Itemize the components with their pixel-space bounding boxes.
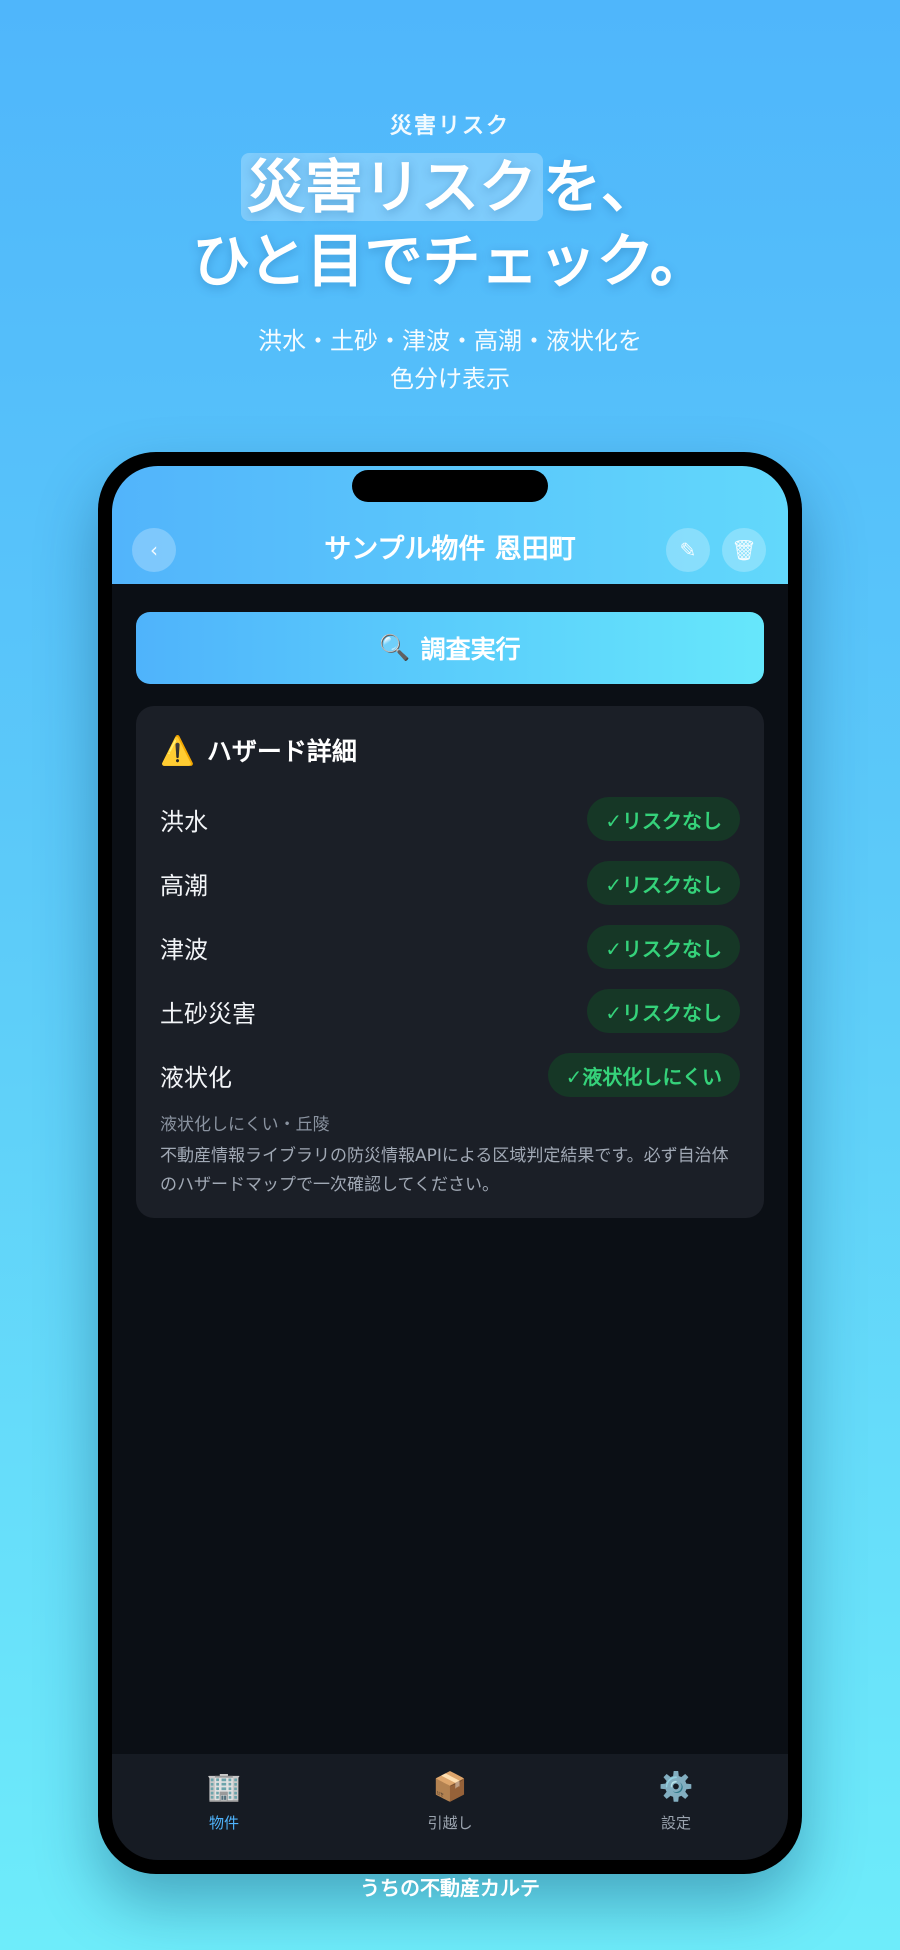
hazard-row-storm-surge: 高潮 ✓リスクなし (160, 860, 740, 906)
subtitle-line1: 洪水・土砂・津波・高潮・液状化を (258, 327, 642, 355)
warning-icon: ⚠️ (160, 733, 195, 767)
subtitle-line2: 色分け表示 (390, 365, 510, 393)
package-icon: 📦 (432, 1770, 468, 1803)
card-title-text: ハザード詳細 (206, 737, 357, 766)
terrain-note: 液状化しにくい・丘陵 (160, 1115, 330, 1135)
trash-icon: 🗑 (731, 538, 757, 562)
hazard-label: 津波 (160, 935, 208, 964)
promo-headline: 災害リスク を、 ひと目でチェック。 (0, 150, 900, 298)
headline-rest: を、 (543, 153, 660, 221)
tab-properties[interactable]: 🏢 物件 (164, 1770, 284, 1833)
status-badge: ✓リスクなし (587, 989, 740, 1033)
promo-eyebrow: 災害リスク (389, 114, 510, 139)
tab-moving[interactable]: 📦 引越し (390, 1770, 510, 1833)
building-icon: 🏢 (206, 1770, 242, 1803)
gear-icon: ⚙️ (658, 1770, 694, 1803)
phone-frame: ‹ サンプル物件 恩田町 ✎ 🗑 🔍 調査実行 ⚠️ ハザード詳細 洪水 ✓リス… (98, 452, 802, 1874)
app-name-footer: うちの不動産カルテ (360, 1876, 540, 1900)
tab-label: 物件 (208, 1814, 239, 1832)
app-screen: ‹ サンプル物件 恩田町 ✎ 🗑 🔍 調査実行 ⚠️ ハザード詳細 洪水 ✓リス… (112, 466, 788, 1860)
status-badge: ✓リスクなし (587, 925, 740, 969)
delete-button[interactable]: 🗑 (722, 528, 766, 572)
hazard-label: 土砂災害 (160, 999, 256, 1028)
hazard-row-landslide: 土砂災害 ✓リスクなし (160, 988, 740, 1034)
camera-notch (352, 470, 548, 502)
pencil-icon: ✎ (679, 538, 697, 562)
run-investigation-button[interactable]: 🔍 調査実行 (136, 612, 764, 684)
tab-label: 設定 (660, 1814, 691, 1832)
hazard-row-flood: 洪水 ✓リスクなし (160, 796, 740, 842)
hazard-detail-card: ⚠️ ハザード詳細 洪水 ✓リスクなし 高潮 ✓リスクなし 津波 ✓リスクなし … (136, 706, 764, 1218)
source-note: 不動産情報ライブラリの防災情報APIによる区域判定結果です。必ず自治体のハザード… (160, 1146, 729, 1195)
status-badge: ✓リスクなし (587, 861, 740, 905)
run-button-label: 調査実行 (420, 635, 521, 664)
edit-button[interactable]: ✎ (666, 528, 710, 572)
search-icon: 🔍 (379, 633, 411, 662)
hazard-label: 洪水 (160, 807, 208, 836)
headline-line2: ひと目でチェック。 (192, 227, 708, 295)
tab-settings[interactable]: ⚙️ 設定 (616, 1770, 736, 1833)
bottom-tab-bar: 🏢 物件 📦 引越し ⚙️ 設定 (112, 1754, 788, 1860)
hazard-row-tsunami: 津波 ✓リスクなし (160, 924, 740, 970)
tab-label: 引越し (427, 1814, 473, 1832)
promo-subtitle: 洪水・土砂・津波・高潮・液状化を 色分け表示 (0, 322, 900, 398)
hazard-row-liquefaction: 液状化 ✓液状化しにくい (160, 1052, 740, 1098)
status-badge: ✓液状化しにくい (547, 1053, 740, 1097)
hazard-label: 高潮 (160, 871, 208, 900)
headline-highlight: 災害リスク (240, 153, 543, 221)
card-title: ⚠️ ハザード詳細 (160, 732, 357, 768)
hazard-label: 液状化 (160, 1063, 232, 1092)
status-badge: ✓リスクなし (587, 797, 740, 841)
